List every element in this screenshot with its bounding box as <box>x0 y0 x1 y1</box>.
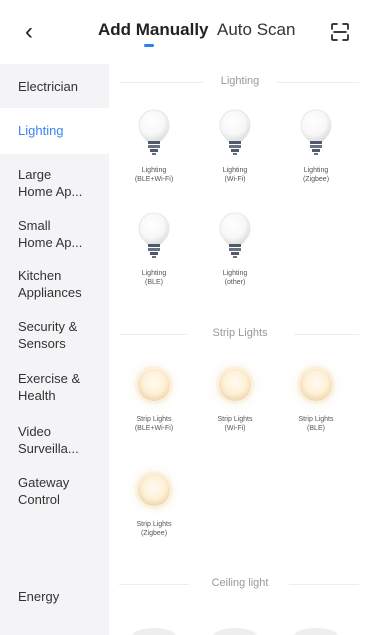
device-strip-lights-ble[interactable]: Strip Lights (BLE) <box>276 364 356 448</box>
sidebar-item-security-sensors[interactable]: Security & Sensors <box>0 313 109 359</box>
section-divider <box>289 584 359 585</box>
sidebar-item-label: Small Home Ap... <box>18 218 83 250</box>
top-bar: ‹ Add Manually Auto Scan <box>0 0 371 64</box>
ceiling-light-icon <box>213 628 257 635</box>
ceiling-light-icon <box>132 628 176 635</box>
sidebar-item-label: Large Home Ap... <box>18 167 83 199</box>
device-label: Lighting (other) <box>222 270 248 287</box>
device-lighting-ble[interactable]: Lighting (BLE) <box>114 212 194 296</box>
sidebar-item-exercise-health[interactable]: Exercise & Health <box>0 365 109 411</box>
strip-light-icon <box>138 369 170 401</box>
section-title-ceiling-light: Ceiling light <box>211 577 269 589</box>
bulb-icon <box>219 109 251 155</box>
device-list: Lighting Lighting (BLE+Wi-Fi) Lighting (… <box>109 64 371 635</box>
bulb-icon <box>138 212 170 258</box>
sidebar-item-energy[interactable]: Energy <box>0 574 109 620</box>
device-label: Strip Lights (Zigbee) <box>136 521 172 538</box>
sidebar-item-electrician[interactable]: Electrician <box>0 64 109 110</box>
back-button[interactable]: ‹ <box>18 18 40 46</box>
device-label: Strip Lights (BLE+Wi-Fi) <box>134 416 174 433</box>
bulb-icon <box>300 109 332 155</box>
sidebar-item-lighting[interactable]: Lighting <box>0 108 109 154</box>
bulb-icon <box>219 212 251 258</box>
tab-auto-scan[interactable]: Auto Scan <box>217 20 295 40</box>
device-label: Lighting (BLE) <box>141 270 167 287</box>
device-lighting-other[interactable]: Lighting (other) <box>195 212 275 296</box>
section-title-lighting: Lighting <box>220 75 260 87</box>
sidebar-item-video-surveillance[interactable]: Video Surveilla... <box>0 418 109 464</box>
sidebar-item-small-home-appliances[interactable]: Small Home Ap... <box>0 212 109 258</box>
section-title-strip-lights: Strip Lights <box>212 327 268 339</box>
sidebar-item-label: Video Surveilla... <box>18 424 79 456</box>
strip-light-icon <box>219 369 251 401</box>
section-divider <box>277 82 359 83</box>
scan-icon[interactable] <box>330 22 350 42</box>
device-label: Strip Lights (Wi-Fi) <box>217 416 253 433</box>
device-strip-lights-zigbee[interactable]: Strip Lights (Zigbee) <box>114 469 194 553</box>
sidebar-item-label: Kitchen Appliances <box>18 268 82 300</box>
sidebar-item-gateway-control[interactable]: Gateway Control <box>0 469 109 515</box>
add-device-screen: ‹ Add Manually Auto Scan Electrician Lig… <box>0 0 371 635</box>
device-label: Strip Lights (BLE) <box>298 416 334 433</box>
sidebar-item-label: Gateway Control <box>18 475 70 507</box>
device-lighting-wifi[interactable]: Lighting (Wi-Fi) <box>195 109 275 193</box>
sidebar-item-label: Exercise & Health <box>18 371 81 403</box>
tab-add-manually[interactable]: Add Manually <box>98 20 209 40</box>
device-lighting-zigbee[interactable]: Lighting (Zigbee) <box>276 109 356 193</box>
device-label: Lighting (BLE+Wi-Fi) <box>134 167 174 184</box>
device-label: Lighting (Wi-Fi) <box>222 167 248 184</box>
device-lighting-ble-wifi[interactable]: Lighting (BLE+Wi-Fi) <box>114 109 194 193</box>
active-tab-indicator <box>144 44 154 47</box>
sidebar-item-large-home-appliances[interactable]: Large Home Ap... <box>0 161 109 207</box>
sidebar-item-kitchen-appliances[interactable]: Kitchen Appliances <box>0 262 109 308</box>
strip-light-icon <box>300 369 332 401</box>
sidebar-item-label: Security & Sensors <box>18 319 78 351</box>
category-sidebar: Electrician Lighting Large Home Ap... Sm… <box>0 64 109 635</box>
section-divider <box>294 334 359 335</box>
ceiling-light-icon <box>294 628 338 635</box>
device-label: Lighting (Zigbee) <box>302 167 330 184</box>
device-strip-lights-ble-wifi[interactable]: Strip Lights (BLE+Wi-Fi) <box>114 364 194 448</box>
bulb-icon <box>138 109 170 155</box>
strip-light-icon <box>138 474 170 506</box>
device-strip-lights-wifi[interactable]: Strip Lights (Wi-Fi) <box>195 364 275 448</box>
chevron-left-icon: ‹ <box>25 18 33 45</box>
